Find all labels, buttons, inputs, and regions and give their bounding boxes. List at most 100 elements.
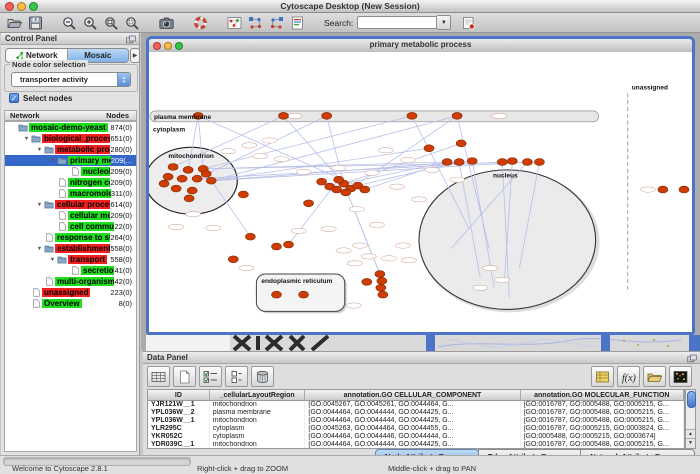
tree-row[interactable]: Overview8(0) <box>5 298 136 309</box>
tab-overflow-arrow-icon[interactable]: ▶ <box>130 48 140 63</box>
tree-row[interactable]: ▼establishment of lo558(0) <box>5 243 136 254</box>
table-cell[interactable]: YDR039C__1 <box>148 441 210 449</box>
graph-node[interactable] <box>245 233 255 240</box>
tree-row[interactable]: secretion41(0) <box>5 265 136 276</box>
column-header[interactable]: _cellularLayoutRegion <box>210 390 306 401</box>
graph-node[interactable] <box>407 112 417 119</box>
column-header[interactable]: annotation.GO CELLULAR_COMPONENT <box>305 390 520 401</box>
graph-node[interactable] <box>177 175 187 182</box>
table-cell[interactable]: [GO:0005488, GO:0005215, GO:0003674] <box>521 433 684 441</box>
tree-row[interactable]: mosaic-demo-yeast874(0) <box>5 122 136 133</box>
tree-expand-handle[interactable]: ▼ <box>35 147 44 153</box>
new-attribute-icon[interactable] <box>173 366 196 387</box>
graph-node[interactable] <box>206 177 216 184</box>
graph-node[interactable] <box>362 278 372 285</box>
graph-node[interactable] <box>452 112 462 119</box>
tree-row[interactable]: unassigned223(0) <box>5 287 136 298</box>
zoom-fit-icon[interactable] <box>102 15 121 31</box>
graph-node[interactable] <box>299 291 309 298</box>
graph-edge[interactable] <box>344 184 380 274</box>
graph-node[interactable] <box>467 158 477 165</box>
tree-row[interactable]: macromolecule m311(0) <box>5 188 136 199</box>
tree-row[interactable]: response to stimulu264(0) <box>5 232 136 243</box>
table-row[interactable]: YPL036W__1mitochondrion[GO:0044464, GO:0… <box>148 417 684 425</box>
graph-node[interactable] <box>228 256 238 263</box>
graph-node[interactable] <box>378 291 388 298</box>
graph-node[interactable] <box>332 186 342 193</box>
table-row[interactable]: YDR039C__1mitochondrion[GO:0044464, GO:0… <box>148 441 684 449</box>
tree-expand-handle[interactable]: ▼ <box>35 202 44 208</box>
vizmapper-icon[interactable] <box>288 15 307 31</box>
table-cell[interactable]: [GO:0016787, GO:0005488, GO:0005215, G..… <box>521 441 684 449</box>
tree-row[interactable]: ▼transport558(0) <box>5 254 136 265</box>
tree-row[interactable]: ▼primary metabolic209(... <box>5 155 136 166</box>
graph-node[interactable] <box>187 187 197 194</box>
minimize-window-icon[interactable] <box>17 2 26 11</box>
graph-node[interactable] <box>192 175 202 182</box>
table-cell[interactable]: cytoplasm <box>210 425 306 433</box>
graph-node[interactable] <box>334 176 344 183</box>
table-row[interactable]: YLR295Ccytoplasm[GO:0045263, GO:0044464,… <box>148 425 684 433</box>
float-data-panel-icon[interactable] <box>687 354 697 363</box>
graph-node[interactable] <box>171 185 181 192</box>
graph-node[interactable] <box>271 291 281 298</box>
graph-edge[interactable] <box>203 162 539 169</box>
tree-row[interactable]: cell communicati22(0) <box>5 221 136 232</box>
graph-node[interactable] <box>168 164 178 171</box>
tree-expand-handle[interactable]: ▼ <box>48 257 57 263</box>
graph-node[interactable] <box>658 186 668 193</box>
help-icon[interactable] <box>191 15 210 31</box>
table-cell[interactable]: [GO:0044464, GO:0044444, GO:0044425, G..… <box>305 409 520 417</box>
graph-node[interactable] <box>376 284 386 291</box>
table-cell[interactable]: YKR052C <box>148 433 210 441</box>
attribute-grid-icon[interactable] <box>147 366 170 387</box>
table-cell[interactable]: [GO:0044464, GO:0044444, GO:0044425, G..… <box>305 441 520 449</box>
table-cell[interactable]: [GO:0016787, GO:0005488, GO:0005215, G..… <box>521 401 684 409</box>
tree-expand-handle[interactable]: ▼ <box>22 136 31 142</box>
layout-attribute-icon[interactable] <box>246 15 265 31</box>
table-cell[interactable]: [GO:0044464, GO:0044446, GO:0044444, G..… <box>305 433 520 441</box>
graph-node[interactable] <box>159 180 169 187</box>
network-canvas[interactable]: plasma membrane cytoplasm mitochondrion … <box>149 52 692 332</box>
tree-row[interactable]: ▼cellular process614(0) <box>5 199 136 210</box>
table-cell[interactable]: [GO:0016787, GO:0005215, GO:0003824, G..… <box>521 425 684 433</box>
main-titlebar[interactable]: Cytoscape Desktop (New Session) <box>0 0 700 13</box>
graph-node[interactable] <box>377 277 387 284</box>
tree-expand-handle[interactable]: ▼ <box>48 158 57 164</box>
graph-node[interactable] <box>454 159 464 166</box>
graph-node[interactable] <box>341 189 351 196</box>
graph-node[interactable] <box>184 195 194 202</box>
graph-node[interactable] <box>304 200 314 207</box>
birdseye-view-icon[interactable] <box>225 15 244 31</box>
table-row[interactable]: YPL036W__2plasma membrane[GO:0044464, GO… <box>148 409 684 417</box>
search-dropdown-arrow-icon[interactable]: ▼ <box>437 15 451 30</box>
graph-node[interactable] <box>271 243 281 250</box>
node-color-dropdown[interactable]: transporter activity ▲▼ <box>11 72 131 87</box>
column-network[interactable]: Network <box>5 111 40 120</box>
close-window-icon[interactable] <box>5 2 14 11</box>
search-input[interactable] <box>357 16 437 29</box>
graph-node[interactable] <box>534 159 544 166</box>
scroll-down-icon[interactable]: ▼ <box>686 438 695 448</box>
attribute-list-icon[interactable] <box>591 366 614 387</box>
create-attribute-icon[interactable] <box>225 366 248 387</box>
matrix-view-icon[interactable] <box>669 366 692 387</box>
tree-row[interactable]: nucleobase-contai209(0) <box>5 166 136 177</box>
table-cell[interactable]: YJR121W__1 <box>148 401 210 409</box>
table-cell[interactable]: mitochondrion <box>210 417 306 425</box>
network-window-titlebar[interactable]: primary metabolic process <box>149 39 692 53</box>
table-cell[interactable]: YLR295C <box>148 425 210 433</box>
zoom-window-icon[interactable] <box>29 2 38 11</box>
import-folder-icon[interactable] <box>643 366 666 387</box>
graph-node[interactable] <box>283 241 293 248</box>
column-header[interactable]: ID <box>148 390 210 401</box>
import-attributes-icon[interactable] <box>459 15 478 31</box>
tree-expand-handle[interactable]: ▼ <box>35 246 44 252</box>
tree-row[interactable]: nitrogen compoun209(0) <box>5 177 136 188</box>
graph-node[interactable] <box>522 159 532 166</box>
tree-row[interactable]: cellular metaboli209(0) <box>5 210 136 221</box>
graph-node[interactable] <box>497 159 507 166</box>
open-file-icon[interactable] <box>5 15 24 31</box>
tree-row[interactable]: ▼biological_process651(0) <box>5 133 136 144</box>
graph-node[interactable] <box>442 159 452 166</box>
